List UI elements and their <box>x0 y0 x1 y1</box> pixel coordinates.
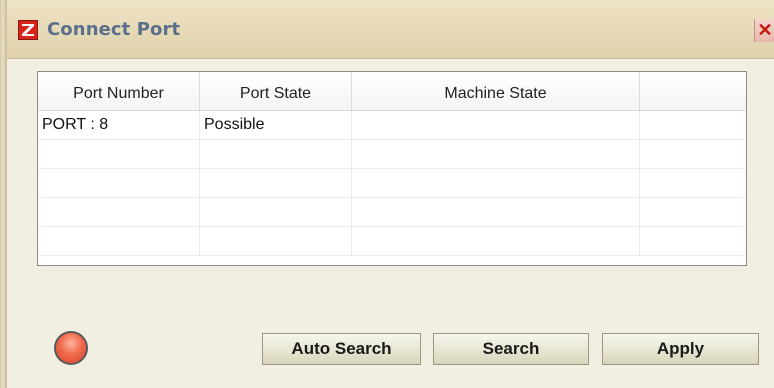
table-row[interactable] <box>38 198 746 227</box>
cell-extra <box>640 169 746 198</box>
cell-port-number: PORT : 8 <box>38 111 200 140</box>
close-button[interactable]: ✕ <box>754 19 774 42</box>
apply-button[interactable]: Apply <box>602 333 759 365</box>
cell-extra <box>640 227 746 256</box>
cell-port-number <box>38 169 200 198</box>
app-logo-z-icon <box>18 20 38 40</box>
table-row[interactable] <box>38 227 746 256</box>
window-title: Connect Port <box>47 19 181 40</box>
table-row[interactable] <box>38 169 746 198</box>
cell-extra <box>640 111 746 140</box>
cell-machine-state <box>352 169 640 198</box>
cell-port-number <box>38 227 200 256</box>
search-button[interactable]: Search <box>433 333 589 365</box>
column-header-machine-state[interactable]: Machine State <box>352 72 640 110</box>
cell-port-number <box>38 140 200 169</box>
cell-machine-state <box>352 227 640 256</box>
port-table: Port Number Port State Machine State POR… <box>37 71 747 266</box>
cell-port-number <box>38 198 200 227</box>
column-header-empty <box>640 72 746 110</box>
table-row[interactable] <box>38 140 746 169</box>
cell-extra <box>640 198 746 227</box>
cell-machine-state <box>352 140 640 169</box>
status-led-icon <box>54 331 88 365</box>
cell-port-state <box>200 198 352 227</box>
cell-machine-state <box>352 198 640 227</box>
cell-extra <box>640 140 746 169</box>
cell-port-state <box>200 227 352 256</box>
auto-search-button[interactable]: Auto Search <box>262 333 421 365</box>
column-header-port-state[interactable]: Port State <box>200 72 352 110</box>
title-bar[interactable]: Connect Port <box>7 0 774 59</box>
cell-port-state <box>200 169 352 198</box>
cell-machine-state <box>352 111 640 140</box>
table-header: Port Number Port State Machine State <box>38 72 746 111</box>
connect-port-window: Connect Port ✕ Port Number Port State Ma… <box>0 0 774 388</box>
column-header-port-number[interactable]: Port Number <box>38 72 200 110</box>
table-row[interactable]: PORT : 8 Possible <box>38 111 746 140</box>
cell-port-state <box>200 140 352 169</box>
window-left-border <box>0 0 7 388</box>
cell-port-state: Possible <box>200 111 352 140</box>
